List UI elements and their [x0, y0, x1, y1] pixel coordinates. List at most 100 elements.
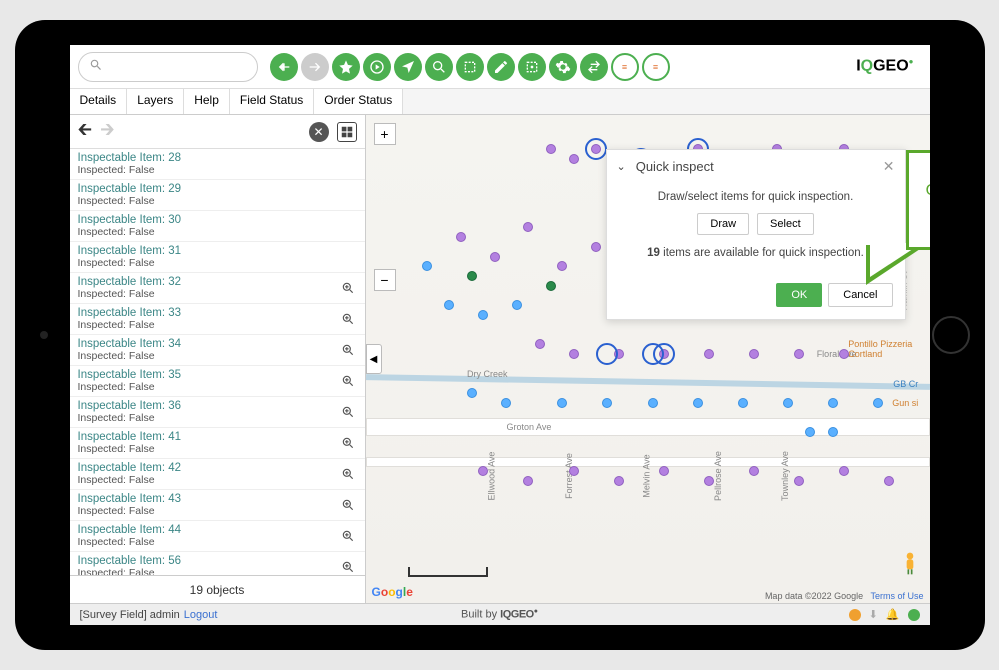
sidebar-close-icon[interactable]: ✕ — [309, 122, 329, 142]
zoom-to-icon[interactable] — [339, 496, 357, 514]
play-button[interactable] — [363, 53, 391, 81]
map-marker[interactable] — [591, 242, 601, 252]
map-marker[interactable] — [614, 476, 624, 486]
map-marker[interactable] — [783, 398, 793, 408]
list-item[interactable]: Inspectable Item: 36Inspected: False — [70, 397, 365, 428]
map-marker[interactable] — [828, 398, 838, 408]
item-subtitle: Inspected: False — [78, 412, 339, 424]
map-marker[interactable] — [569, 154, 579, 164]
list-item[interactable]: Inspectable Item: 35Inspected: False — [70, 366, 365, 397]
zoom-to-icon[interactable] — [339, 434, 357, 452]
zoom-to-icon[interactable] — [339, 310, 357, 328]
tab-details[interactable]: Details — [70, 89, 128, 114]
swap-button[interactable] — [580, 53, 608, 81]
cancel-button[interactable]: Cancel — [828, 283, 892, 307]
map-marker[interactable] — [693, 398, 703, 408]
map-marker[interactable] — [546, 281, 556, 291]
zoom-in-button[interactable]: + — [374, 123, 396, 145]
inspectable-item-list[interactable]: Inspectable Item: 28Inspected: FalseInsp… — [70, 149, 365, 575]
app-screen: ≡ ≡ IQGEO● Details Layers Help Field Sta… — [70, 45, 930, 625]
poi-gun: Gun si — [892, 398, 918, 408]
map-marker[interactable] — [648, 398, 658, 408]
grid-view-icon[interactable] — [337, 122, 357, 142]
bell-icon[interactable]: 🔔 — [886, 608, 900, 621]
tablet-frame: ≡ ≡ IQGEO● Details Layers Help Field Sta… — [15, 20, 985, 650]
map-marker[interactable] — [569, 349, 579, 359]
list-item[interactable]: Inspectable Item: 33Inspected: False — [70, 304, 365, 335]
status-warning-icon[interactable] — [849, 609, 861, 621]
logout-link[interactable]: Logout — [184, 609, 218, 621]
zoom-button[interactable] — [425, 53, 453, 81]
item-title: Inspectable Item: 36 — [78, 400, 339, 412]
list-item[interactable]: Inspectable Item: 42Inspected: False — [70, 459, 365, 490]
location-button[interactable] — [394, 53, 422, 81]
zoom-to-icon[interactable] — [339, 403, 357, 421]
sim-card-1-button[interactable]: ≡ — [611, 53, 639, 81]
tab-order-status[interactable]: Order Status — [314, 89, 403, 114]
label-forrest: Forrest Ave — [564, 453, 574, 499]
settings-button[interactable] — [549, 53, 577, 81]
sidebar-controls: 🡰 🡲 ✕ — [70, 115, 365, 149]
forward-button[interactable] — [301, 53, 329, 81]
draw-button[interactable]: Draw — [697, 213, 749, 235]
zoom-to-icon[interactable] — [339, 341, 357, 359]
map-zoom-controls: + − — [374, 123, 396, 291]
back-button[interactable] — [270, 53, 298, 81]
list-item[interactable]: Inspectable Item: 29Inspected: False — [70, 180, 365, 211]
item-subtitle: Inspected: False — [78, 288, 339, 300]
pegman-icon[interactable] — [900, 551, 920, 577]
tab-bar: Details Layers Help Field Status Order S… — [70, 89, 930, 115]
map-marker[interactable] — [704, 476, 714, 486]
map-area[interactable]: Dry Creek Groton Ave Ellwood Ave Forrest… — [366, 115, 930, 603]
select-button[interactable]: Select — [757, 213, 814, 235]
zoom-to-icon[interactable] — [339, 279, 357, 297]
tab-help[interactable]: Help — [184, 89, 230, 114]
list-item[interactable]: Inspectable Item: 44Inspected: False — [70, 521, 365, 552]
list-item[interactable]: Inspectable Item: 32Inspected: False — [70, 273, 365, 304]
dialog-close-icon[interactable]: ✕ — [883, 158, 895, 175]
list-item[interactable]: Inspectable Item: 56Inspected: False — [70, 552, 365, 575]
map-marker[interactable] — [490, 252, 500, 262]
tab-layers[interactable]: Layers — [127, 89, 184, 114]
status-online-icon[interactable] — [908, 609, 920, 621]
list-item[interactable]: Inspectable Item: 41Inspected: False — [70, 428, 365, 459]
map-marker[interactable] — [501, 398, 511, 408]
select-box-button[interactable] — [518, 53, 546, 81]
item-subtitle: Inspected: False — [78, 381, 339, 393]
map-marker[interactable] — [569, 466, 579, 476]
quick-inspect-dialog: ⌄ Quick inspect ✕ Draw/select items for … — [606, 149, 906, 320]
sidebar-forward-icon[interactable]: 🡲 — [100, 117, 115, 147]
star-button[interactable] — [332, 53, 360, 81]
list-item[interactable]: Inspectable Item: 43Inspected: False — [70, 490, 365, 521]
download-icon[interactable]: ⬇ — [869, 608, 878, 621]
label-dry-creek: Dry Creek — [467, 369, 508, 379]
google-logo: Google — [372, 585, 413, 599]
list-item[interactable]: Inspectable Item: 28Inspected: False — [70, 149, 365, 180]
zoom-to-icon[interactable] — [339, 558, 357, 575]
select-rect-button[interactable] — [456, 53, 484, 81]
sidebar-back-icon[interactable]: 🡰 — [78, 117, 93, 147]
main-area: 🡰 🡲 ✕ Inspectable Item: 28Inspected: Fal… — [70, 115, 930, 603]
home-button[interactable] — [932, 316, 970, 354]
list-item[interactable]: Inspectable Item: 30Inspected: False — [70, 211, 365, 242]
tab-field-status[interactable]: Field Status — [230, 89, 314, 114]
chevron-down-icon[interactable]: ⌄ — [617, 160, 626, 173]
item-subtitle: Inspected: False — [78, 474, 339, 486]
list-item[interactable]: Inspectable Item: 31Inspected: False — [70, 242, 365, 273]
zoom-to-icon[interactable] — [339, 372, 357, 390]
map-marker[interactable] — [456, 232, 466, 242]
zoom-to-icon[interactable] — [339, 465, 357, 483]
item-subtitle: Inspected: False — [78, 226, 339, 238]
edit-button[interactable] — [487, 53, 515, 81]
zoom-to-icon[interactable] — [339, 527, 357, 545]
map-marker[interactable] — [738, 398, 748, 408]
search-input[interactable] — [78, 52, 258, 82]
collapse-sidebar-button[interactable]: ◀ — [366, 344, 382, 374]
terms-link[interactable]: Terms of Use — [870, 591, 923, 601]
item-title: Inspectable Item: 34 — [78, 338, 339, 350]
zoom-out-button[interactable]: − — [374, 269, 396, 291]
ok-button[interactable]: OK — [776, 283, 822, 307]
item-subtitle: Inspected: False — [78, 536, 339, 548]
sim-card-2-button[interactable]: ≡ — [642, 53, 670, 81]
list-item[interactable]: Inspectable Item: 34Inspected: False — [70, 335, 365, 366]
